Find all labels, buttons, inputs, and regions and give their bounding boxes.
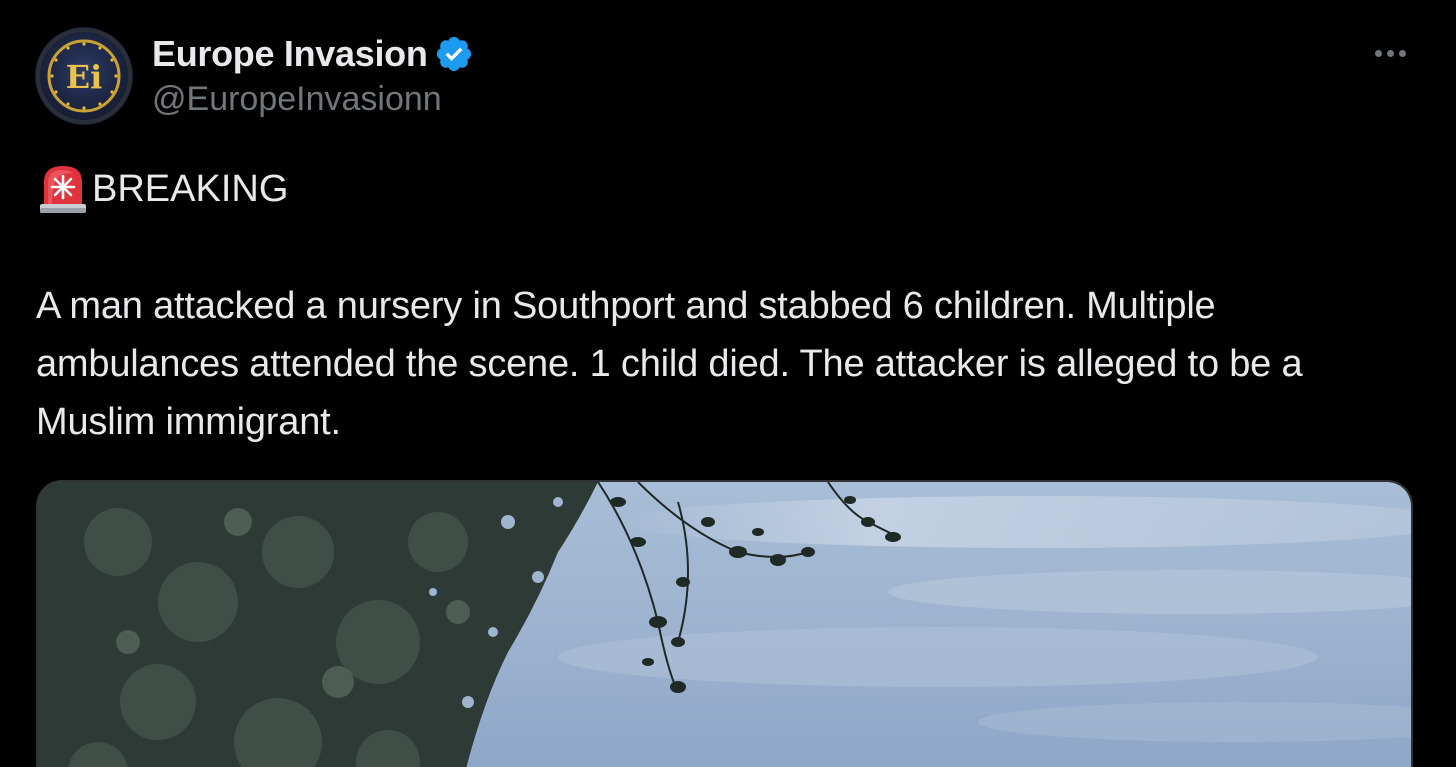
europe-invasion-logo-icon: Ei [36, 28, 132, 124]
name-row: Europe Invasion [152, 30, 474, 78]
verified-badge-icon[interactable] [434, 34, 474, 74]
tweet-text: A man attacked a nursery in Southport an… [36, 285, 1303, 443]
police-siren-icon [36, 164, 90, 214]
more-dot [1398, 49, 1406, 57]
avatar[interactable]: Ei [35, 27, 133, 125]
tree-branches-photo [38, 482, 1411, 767]
more-dot [1386, 49, 1394, 57]
display-name[interactable]: Europe Invasion [152, 33, 428, 75]
tweet: Ei Europe Invasion @EuropeInvasionn BREA… [0, 0, 1456, 767]
tweet-headline: BREAKING [36, 164, 288, 214]
tweet-media-photo[interactable] [36, 480, 1413, 767]
avatar-initials: Ei [66, 58, 103, 96]
headline-text: BREAKING [92, 167, 289, 210]
author-handle[interactable]: @EuropeInvasionn [152, 80, 474, 119]
more-horizontal-icon [1374, 49, 1382, 57]
more-options-button[interactable] [1362, 36, 1418, 70]
author-block: Europe Invasion @EuropeInvasionn [152, 30, 474, 119]
